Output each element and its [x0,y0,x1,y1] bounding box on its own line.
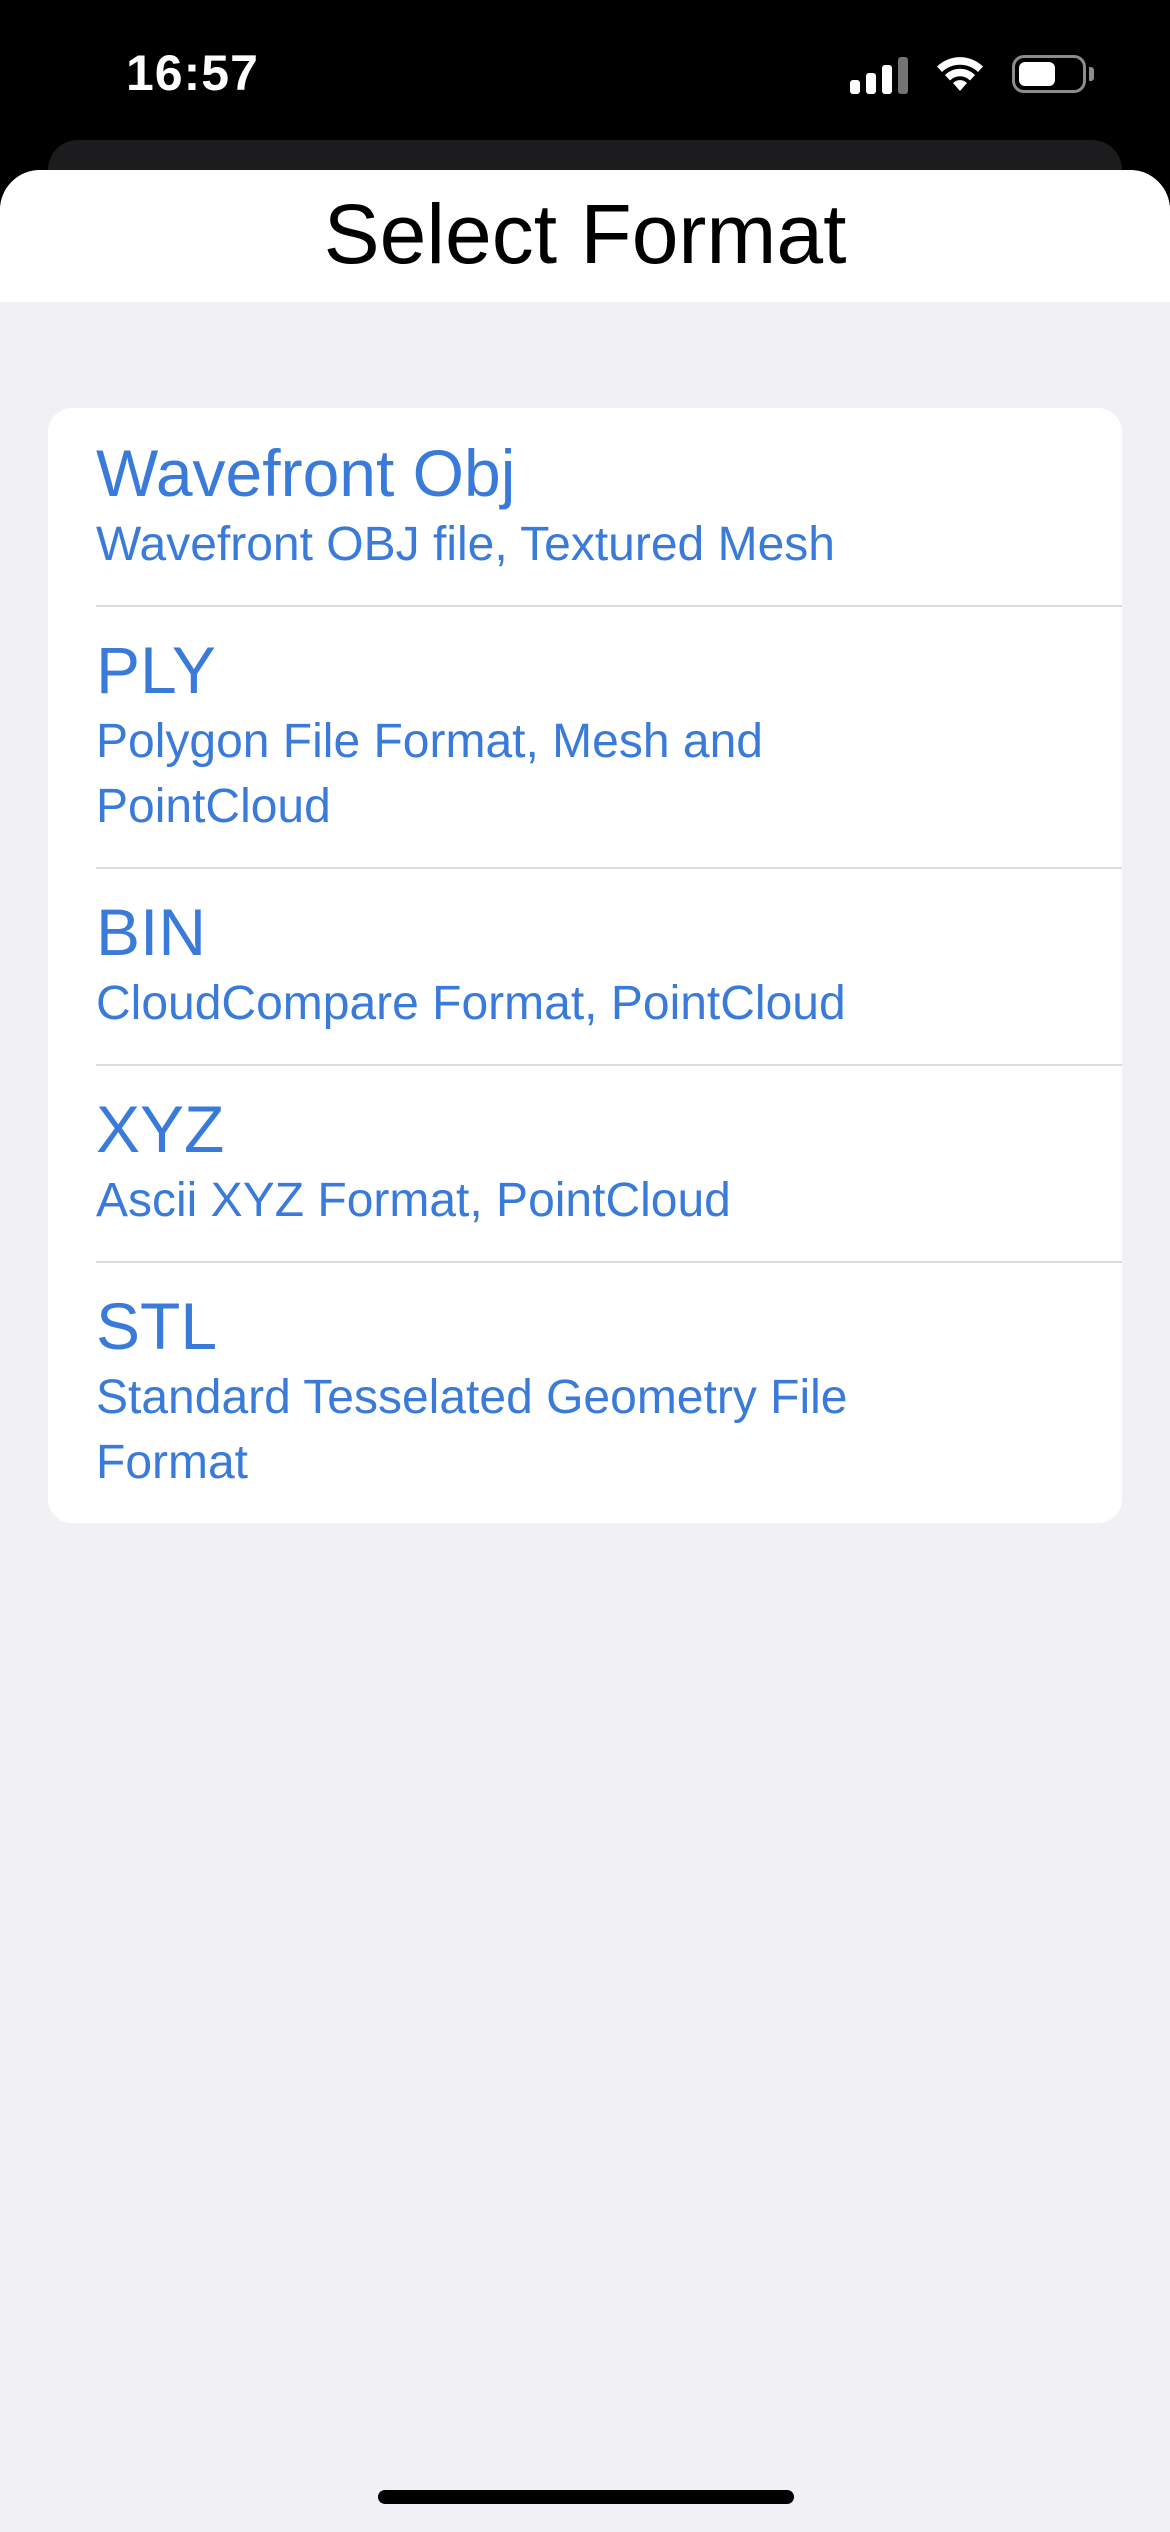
format-description: CloudCompare Format, PointCloud [96,977,846,1030]
format-name: Wavefront Obj [96,436,516,510]
format-option-xyz[interactable]: XYZ Ascii XYZ Format, PointCloud [48,1064,1122,1261]
format-description: Ascii XYZ Format, PointCloud [96,1174,731,1227]
status-icons [850,54,1094,94]
format-name: PLY [96,633,216,707]
format-description: Wavefront OBJ file, Textured Mesh [96,518,835,571]
cellular-signal-icon [850,54,908,94]
format-list: Wavefront Obj Wavefront OBJ file, Textur… [48,408,1122,1523]
format-description: Standard Tesselated Geometry File Format [96,1371,848,1489]
format-option-wavefront-obj[interactable]: Wavefront Obj Wavefront OBJ file, Textur… [48,408,1122,605]
format-description: Polygon File Format, Mesh and PointCloud [96,715,763,833]
battery-icon [1012,55,1094,93]
format-option-ply[interactable]: PLY Polygon File Format, Mesh and PointC… [48,605,1122,867]
home-indicator[interactable] [378,2490,794,2504]
sheet-header: Select Format [0,170,1170,302]
format-name: XYZ [96,1092,225,1166]
wifi-icon [937,57,983,91]
format-option-stl[interactable]: STL Standard Tesselated Geometry File Fo… [48,1261,1122,1523]
format-name: STL [96,1289,218,1363]
format-option-bin[interactable]: BIN CloudCompare Format, PointCloud [48,867,1122,1064]
format-sheet: Select Format Wavefront Obj Wavefront OB… [0,170,1170,2532]
status-bar: 16:57 [0,0,1170,150]
format-name: BIN [96,895,207,969]
status-time: 16:57 [126,45,259,101]
page-title: Select Format [323,186,847,281]
